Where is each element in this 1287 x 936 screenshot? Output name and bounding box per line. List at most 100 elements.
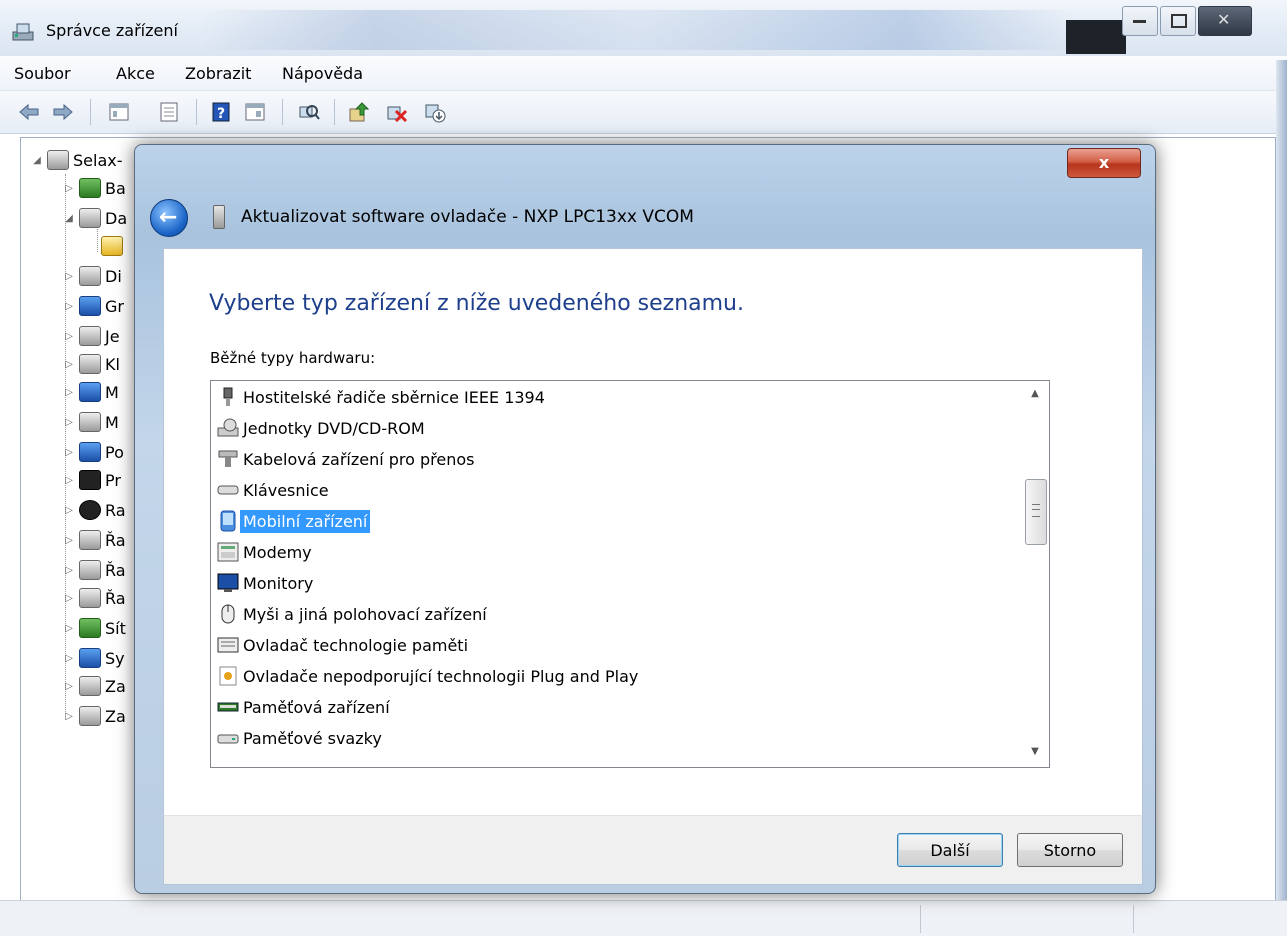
back-button[interactable]: ← bbox=[150, 199, 188, 237]
computer-icon bbox=[47, 150, 69, 170]
tree-item[interactable]: ▷ Gr bbox=[63, 294, 124, 318]
unknown-device-icon bbox=[79, 208, 101, 228]
list-item[interactable]: Kabelová zařízení pro přenos bbox=[216, 445, 478, 473]
toolbar-separator bbox=[334, 99, 335, 125]
expand-arrow-icon[interactable]: ▷ bbox=[63, 711, 75, 722]
minimize-button[interactable] bbox=[1122, 6, 1158, 36]
dvd-drive-icon bbox=[79, 326, 101, 346]
tree-root[interactable]: ◢ Selax- bbox=[31, 148, 123, 172]
update-driver-icon[interactable] bbox=[348, 101, 370, 123]
expand-arrow-icon[interactable]: ▷ bbox=[63, 475, 75, 486]
network-icon bbox=[79, 618, 101, 638]
expand-arrow-icon[interactable]: ▷ bbox=[63, 681, 75, 692]
tree-item[interactable] bbox=[97, 234, 127, 258]
expand-arrow-icon[interactable]: ▷ bbox=[63, 331, 75, 342]
tree-item[interactable]: ▷ M bbox=[63, 380, 119, 404]
action-pane-icon[interactable] bbox=[244, 101, 266, 123]
dialog-footer: Další Storno bbox=[163, 815, 1143, 885]
expand-arrow-icon[interactable]: ▷ bbox=[63, 535, 75, 546]
title-bar-background bbox=[200, 10, 1080, 50]
list-item[interactable]: Ovladač technologie paměti bbox=[216, 631, 471, 659]
list-item[interactable]: Hostitelské řadiče sběrnice IEEE 1394 bbox=[216, 383, 548, 411]
disable-device-icon[interactable] bbox=[386, 101, 408, 123]
tree-item[interactable]: ▷ Řa bbox=[63, 528, 126, 552]
close-window-button[interactable]: ✕ bbox=[1198, 6, 1252, 36]
disk-drive-icon bbox=[79, 266, 101, 286]
expand-arrow-icon[interactable]: ▷ bbox=[63, 301, 75, 312]
expand-arrow-icon[interactable]: ▷ bbox=[63, 593, 75, 604]
expand-arrow-icon[interactable]: ▷ bbox=[63, 359, 75, 370]
imaging-device-icon bbox=[79, 676, 101, 696]
collapse-arrow-icon[interactable]: ◢ bbox=[63, 213, 75, 224]
tree-item[interactable]: ▷ Sy bbox=[63, 646, 125, 670]
menu-akce[interactable]: Akce bbox=[116, 64, 155, 83]
cancel-button[interactable]: Storno bbox=[1017, 833, 1123, 867]
tree-item[interactable]: ▷ Di bbox=[63, 264, 122, 288]
menu-soubor[interactable]: Soubor bbox=[14, 64, 71, 83]
next-button[interactable]: Další bbox=[897, 833, 1003, 867]
tree-item-label: Řa bbox=[105, 588, 126, 608]
back-arrow-icon[interactable] bbox=[18, 101, 40, 123]
tree-item[interactable]: ▷ Ra bbox=[63, 498, 126, 522]
maximize-icon bbox=[1171, 14, 1187, 28]
back-arrow-icon: ← bbox=[159, 205, 178, 230]
collapse-arrow-icon[interactable]: ◢ bbox=[31, 155, 43, 166]
tree-item[interactable]: ◢ Da bbox=[63, 206, 127, 230]
tree-item[interactable]: ▷ Za bbox=[63, 704, 126, 728]
expand-arrow-icon[interactable]: ▷ bbox=[63, 387, 75, 398]
tree-item[interactable]: ▷ Pr bbox=[63, 468, 121, 492]
forward-arrow-icon[interactable] bbox=[52, 101, 74, 123]
tree-item-label: Řa bbox=[105, 560, 126, 580]
tree-item[interactable]: ▷ Ba bbox=[63, 176, 126, 200]
expand-arrow-icon[interactable]: ▷ bbox=[63, 505, 75, 516]
list-item[interactable]: Jednotky DVD/CD-ROM bbox=[216, 414, 428, 442]
dialog-close-button[interactable]: x bbox=[1067, 148, 1141, 178]
list-item[interactable]: Ovladače nepodporující technologii Plug … bbox=[216, 662, 641, 690]
menu-zobrazit[interactable]: Zobrazit bbox=[185, 64, 251, 83]
vertical-scrollbar[interactable]: ▲ ▼ bbox=[1023, 381, 1047, 767]
expand-arrow-icon[interactable]: ▷ bbox=[63, 447, 75, 458]
tree-item[interactable]: ▷ Řa bbox=[63, 586, 126, 610]
update-driver-dialog: x ← Aktualizovat software ovladače - NXP… bbox=[134, 144, 1156, 894]
tree-item[interactable]: ▷ Je bbox=[63, 324, 120, 348]
grip-icon bbox=[1032, 504, 1040, 517]
sound-icon bbox=[79, 588, 101, 608]
list-item[interactable]: Myši a jiná polohovací zařízení bbox=[216, 600, 490, 628]
expand-arrow-icon[interactable]: ▷ bbox=[63, 183, 75, 194]
expand-arrow-icon[interactable]: ▷ bbox=[63, 653, 75, 664]
scrollbar-thumb[interactable] bbox=[1025, 479, 1047, 545]
tree-item[interactable]: ▷ Sít bbox=[63, 616, 126, 640]
expand-arrow-icon[interactable]: ▷ bbox=[63, 417, 75, 428]
non-pnp-driver-icon bbox=[216, 665, 240, 687]
scroll-down-arrow-icon[interactable]: ▼ bbox=[1026, 743, 1044, 761]
help-icon[interactable]: ? bbox=[210, 101, 232, 123]
scroll-up-arrow-icon[interactable]: ▲ bbox=[1026, 385, 1044, 403]
warning-device-icon bbox=[101, 236, 123, 256]
minimize-icon bbox=[1133, 20, 1146, 23]
tree-item[interactable]: ▷ M bbox=[63, 410, 119, 434]
list-item[interactable]: Paměťové svazky bbox=[216, 724, 385, 752]
expand-arrow-icon[interactable]: ▷ bbox=[63, 271, 75, 282]
tree-item[interactable]: ▷ Kl bbox=[63, 352, 120, 376]
hardware-type-list[interactable]: Hostitelské řadiče sběrnice IEEE 1394 Je… bbox=[210, 380, 1050, 768]
maximize-button[interactable] bbox=[1160, 6, 1196, 36]
list-item[interactable]: Klávesnice bbox=[216, 476, 332, 504]
processor-icon bbox=[79, 470, 101, 490]
menu-napoveda[interactable]: Nápověda bbox=[282, 64, 363, 83]
tree-item[interactable]: ▷ Řa bbox=[63, 558, 126, 582]
expand-arrow-icon[interactable]: ▷ bbox=[63, 623, 75, 634]
expand-arrow-icon[interactable]: ▷ bbox=[63, 565, 75, 576]
scan-hardware-icon[interactable] bbox=[298, 101, 320, 123]
uninstall-device-icon[interactable] bbox=[424, 101, 446, 123]
keyboard-icon bbox=[79, 354, 101, 374]
tree-item[interactable]: ▷ Po bbox=[63, 440, 124, 464]
window-title: Správce zařízení bbox=[46, 21, 178, 40]
list-item[interactable]: Paměťová zařízení bbox=[216, 693, 393, 721]
show-hide-tree-icon[interactable] bbox=[108, 101, 130, 123]
list-item-selected[interactable]: Mobilní zařízení bbox=[216, 507, 371, 535]
properties-icon[interactable] bbox=[158, 101, 180, 123]
dvd-drive-icon bbox=[216, 417, 240, 439]
list-item[interactable]: Modemy bbox=[216, 538, 315, 566]
list-item[interactable]: Monitory bbox=[216, 569, 316, 597]
tree-item[interactable]: ▷ Za bbox=[63, 674, 126, 698]
